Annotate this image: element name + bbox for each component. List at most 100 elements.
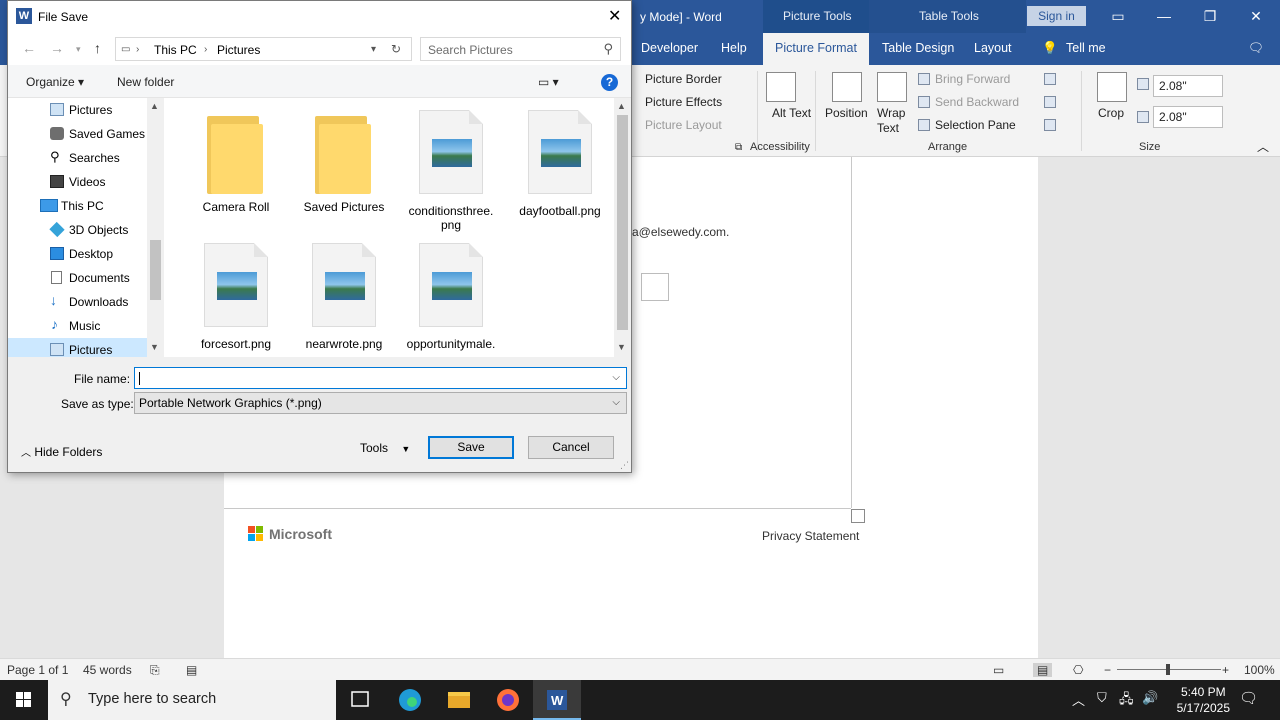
- ribbon-display-icon[interactable]: ▭: [1107, 6, 1129, 26]
- breadcrumb-pictures[interactable]: Pictures: [217, 43, 260, 57]
- file-item-conditionsthree[interactable]: conditionsthree. png: [399, 110, 503, 232]
- file-item-forcesort[interactable]: forcesort.png: [184, 243, 288, 351]
- zoom-in-icon[interactable]: +: [1222, 663, 1229, 677]
- shape-height-field[interactable]: 2.08": [1153, 75, 1223, 97]
- file-item-nearwrote[interactable]: nearwrote.png: [292, 243, 396, 351]
- system-clock[interactable]: 5:40 PM 5/17/2025: [1177, 684, 1230, 716]
- layout-options-icon[interactable]: [641, 273, 669, 301]
- taskbar-search-box[interactable]: ⚲ Type here to search: [48, 680, 336, 720]
- rotate-icon[interactable]: [1044, 119, 1056, 131]
- task-view-icon[interactable]: [336, 680, 384, 720]
- breadcrumb-this-pc[interactable]: This PC: [154, 43, 197, 57]
- crop-button[interactable]: Crop: [1098, 106, 1124, 120]
- nav-item-searches[interactable]: ⚲ Searches: [8, 146, 149, 170]
- network-icon[interactable]: 🖧: [1119, 690, 1134, 712]
- web-layout-icon[interactable]: ⎔: [1073, 663, 1083, 677]
- recent-locations-icon[interactable]: ▾: [76, 44, 81, 55]
- tell-me-search[interactable]: Tell me: [1066, 41, 1106, 55]
- file-item-dayfootball[interactable]: dayfootball.png: [508, 110, 612, 218]
- position-button[interactable]: Position: [825, 106, 868, 120]
- picture-effects-button[interactable]: Picture Effects: [645, 95, 722, 109]
- save-as-type-select[interactable]: Portable Network Graphics (*.png) ⌵: [134, 392, 627, 414]
- file-name-input[interactable]: ⌵: [134, 367, 627, 389]
- scroll-up-icon[interactable]: ▲: [617, 101, 626, 111]
- nav-item-pictures-selected[interactable]: Pictures: [8, 338, 149, 357]
- nav-item-music[interactable]: ♪ Music: [8, 314, 149, 338]
- nav-item-this-pc[interactable]: This PC: [8, 194, 149, 218]
- word-count[interactable]: 45 words: [83, 663, 132, 677]
- tab-developer[interactable]: Developer: [641, 41, 698, 55]
- search-pictures-input[interactable]: Search Pictures ⚲: [420, 37, 621, 61]
- tools-button[interactable]: Tools ▼: [360, 441, 410, 455]
- alt-text-button[interactable]: Alt Text: [772, 106, 811, 121]
- tab-layout[interactable]: Layout: [974, 41, 1012, 55]
- macro-icon[interactable]: ▤: [186, 663, 197, 677]
- forward-arrow-icon[interactable]: →: [50, 40, 64, 56]
- word-taskbar-icon[interactable]: W: [533, 680, 581, 720]
- shape-width-field[interactable]: 2.08": [1153, 106, 1223, 128]
- organize-button[interactable]: Organize ▾: [26, 75, 84, 89]
- file-pane-scroll-thumb[interactable]: [617, 115, 628, 330]
- back-arrow-icon[interactable]: ←: [22, 40, 36, 56]
- nav-item-documents[interactable]: Documents: [8, 266, 149, 290]
- nav-item-videos[interactable]: Videos: [8, 170, 149, 194]
- nav-pane-scrollbar[interactable]: ▲ ▼: [147, 98, 162, 357]
- send-backward-button[interactable]: Send Backward: [935, 95, 1019, 109]
- read-mode-icon[interactable]: ▭: [993, 663, 1004, 677]
- sign-in-button[interactable]: Sign in: [1027, 6, 1086, 26]
- cancel-button[interactable]: Cancel: [528, 436, 614, 459]
- edge-browser-icon[interactable]: [386, 680, 434, 720]
- collapse-ribbon-icon[interactable]: ︿: [1257, 138, 1269, 155]
- wrap-text-button[interactable]: Wrap Text: [877, 106, 907, 136]
- picture-border-button[interactable]: Picture Border: [645, 72, 722, 86]
- print-layout-icon[interactable]: ▤: [1033, 663, 1053, 677]
- zoom-out-icon[interactable]: −: [1104, 663, 1111, 677]
- zoom-slider-thumb[interactable]: [1166, 664, 1170, 675]
- picture-layout-button[interactable]: Picture Layout: [645, 118, 722, 132]
- view-options-icon[interactable]: ▭ ▾: [538, 75, 559, 89]
- table-resize-handle[interactable]: [851, 509, 865, 523]
- tab-table-design[interactable]: Table Design: [882, 41, 954, 55]
- refresh-icon[interactable]: ↻: [391, 42, 401, 56]
- scroll-down-icon[interactable]: ▼: [150, 342, 159, 352]
- nav-item-saved-games[interactable]: Saved Games: [8, 122, 149, 146]
- tab-picture-format[interactable]: Picture Format: [763, 33, 869, 65]
- new-folder-button[interactable]: New folder: [117, 75, 174, 89]
- align-icon[interactable]: [1044, 73, 1056, 85]
- privacy-statement-link[interactable]: Privacy Statement: [762, 529, 859, 543]
- scroll-up-icon[interactable]: ▲: [150, 101, 159, 111]
- proofing-icon[interactable]: ⎘: [150, 663, 160, 678]
- file-item-camera-roll[interactable]: Camera Roll: [184, 110, 288, 214]
- close-dialog-icon[interactable]: ✕: [608, 6, 621, 26]
- scroll-down-icon[interactable]: ▼: [617, 342, 626, 352]
- nav-item-downloads[interactable]: ↓ Downloads: [8, 290, 149, 314]
- address-bar[interactable]: ▭ › This PC › Pictures ▾ ↻: [115, 37, 412, 61]
- bring-forward-button[interactable]: Bring Forward: [935, 72, 1010, 86]
- notifications-icon[interactable]: 🗨: [1239, 689, 1258, 707]
- up-arrow-icon[interactable]: ↑: [94, 40, 101, 56]
- resize-grip-icon[interactable]: ⋰: [620, 460, 629, 471]
- help-icon[interactable]: ?: [601, 74, 618, 91]
- save-as-type-dropdown-icon[interactable]: ⌵: [612, 397, 620, 408]
- file-explorer-icon[interactable]: [435, 680, 483, 720]
- nav-item-desktop[interactable]: Desktop: [8, 242, 149, 266]
- minimize-icon[interactable]: —: [1153, 6, 1175, 26]
- restore-icon[interactable]: ❐: [1199, 6, 1221, 26]
- nav-item-3d-objects[interactable]: 3D Objects: [8, 218, 149, 242]
- nav-pane-scroll-thumb[interactable]: [150, 240, 161, 300]
- file-item-opportunitymale[interactable]: opportunitymale.: [399, 243, 503, 351]
- file-name-dropdown-icon[interactable]: ⌵: [612, 372, 620, 383]
- address-dropdown-icon[interactable]: ▾: [371, 44, 376, 55]
- save-button[interactable]: Save: [428, 436, 514, 459]
- hide-folders-button[interactable]: ︿ Hide Folders: [21, 444, 102, 459]
- nav-item-pictures[interactable]: Pictures: [8, 98, 149, 122]
- file-item-saved-pictures[interactable]: Saved Pictures: [292, 110, 396, 214]
- firefox-icon[interactable]: [484, 680, 532, 720]
- volume-icon[interactable]: 🔊: [1142, 690, 1158, 706]
- security-icon[interactable]: ⛉: [1097, 690, 1107, 706]
- windows-start-icon[interactable]: [0, 680, 48, 720]
- page-count[interactable]: Page 1 of 1: [7, 663, 68, 677]
- dialog-launcher-icon[interactable]: ⧉: [735, 142, 742, 153]
- zoom-level[interactable]: 100%: [1244, 663, 1275, 677]
- close-window-icon[interactable]: ✕: [1245, 6, 1267, 26]
